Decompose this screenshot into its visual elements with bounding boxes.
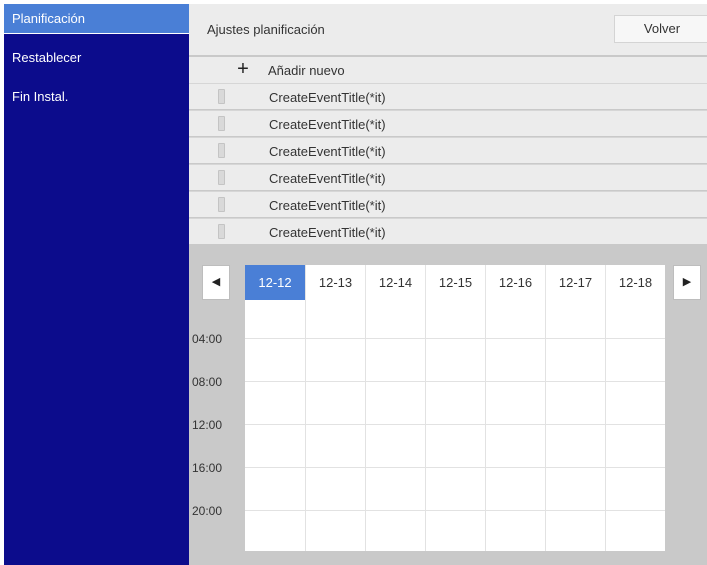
status-indicator-icon xyxy=(218,143,225,158)
time-label: 04:00 xyxy=(192,332,223,346)
time-grid[interactable] xyxy=(245,300,665,551)
day-tab[interactable]: 12-12 xyxy=(245,265,305,300)
list-item[interactable]: CreateEventTitle(*it) xyxy=(189,164,707,190)
sidebar: Planificación Restablecer Fin Instal. xyxy=(4,4,189,565)
back-button[interactable]: Volver xyxy=(614,15,707,43)
time-label: 20:00 xyxy=(192,504,223,518)
day-tab[interactable]: 12-18 xyxy=(605,265,665,300)
add-new-row[interactable]: + Añadir nuevo xyxy=(189,57,707,83)
list-item[interactable]: CreateEventTitle(*it) xyxy=(189,137,707,163)
triangle-right-icon: ▶ xyxy=(682,276,692,288)
grid-divider xyxy=(245,338,665,339)
header: Ajustes planificación Volver xyxy=(189,4,707,55)
list-item[interactable]: CreateEventTitle(*it) xyxy=(189,83,707,109)
triangle-left-icon: ◀ xyxy=(211,276,221,288)
day-tab[interactable]: 12-17 xyxy=(545,265,605,300)
event-title: CreateEventTitle(*it) xyxy=(269,171,386,186)
event-title: CreateEventTitle(*it) xyxy=(269,225,386,240)
list-item[interactable]: CreateEventTitle(*it) xyxy=(189,110,707,136)
sidebar-item-fin-instal[interactable]: Fin Instal. xyxy=(4,82,189,112)
grid-divider xyxy=(245,467,665,468)
schedule-calendar: ◀ 12-12 12-13 12-14 12-15 12-16 12-17 12… xyxy=(189,247,707,565)
day-tab[interactable]: 12-13 xyxy=(305,265,365,300)
sidebar-item-planificacion[interactable]: Planificación xyxy=(4,4,189,34)
day-tab[interactable]: 12-14 xyxy=(365,265,425,300)
page-title: Ajustes planificación xyxy=(207,22,325,37)
day-tab[interactable]: 12-16 xyxy=(485,265,545,300)
status-indicator-icon xyxy=(218,170,225,185)
grid-divider xyxy=(245,381,665,382)
time-label: 12:00 xyxy=(192,418,223,432)
sidebar-item-label: Fin Instal. xyxy=(12,89,69,104)
list-item[interactable]: CreateEventTitle(*it) xyxy=(189,191,707,217)
status-indicator-icon xyxy=(218,116,225,131)
sidebar-item-restablecer[interactable]: Restablecer xyxy=(4,43,189,73)
day-tab[interactable]: 12-15 xyxy=(425,265,485,300)
list-item[interactable]: CreateEventTitle(*it) xyxy=(189,218,707,244)
grid-divider xyxy=(245,510,665,511)
event-title: CreateEventTitle(*it) xyxy=(269,198,386,213)
add-new-label: Añadir nuevo xyxy=(268,63,345,78)
time-label: 08:00 xyxy=(192,375,223,389)
event-title: CreateEventTitle(*it) xyxy=(269,90,386,105)
sidebar-item-label: Planificación xyxy=(12,11,85,26)
event-title: CreateEventTitle(*it) xyxy=(269,117,386,132)
time-label: 16:00 xyxy=(192,461,223,475)
status-indicator-icon xyxy=(218,224,225,239)
status-indicator-icon xyxy=(218,197,225,212)
next-week-button[interactable]: ▶ xyxy=(673,265,701,300)
sidebar-item-label: Restablecer xyxy=(12,50,82,65)
grid-divider xyxy=(245,424,665,425)
event-title: CreateEventTitle(*it) xyxy=(269,144,386,159)
status-indicator-icon xyxy=(218,89,225,104)
plus-icon: + xyxy=(237,58,249,80)
prev-week-button[interactable]: ◀ xyxy=(202,265,230,300)
